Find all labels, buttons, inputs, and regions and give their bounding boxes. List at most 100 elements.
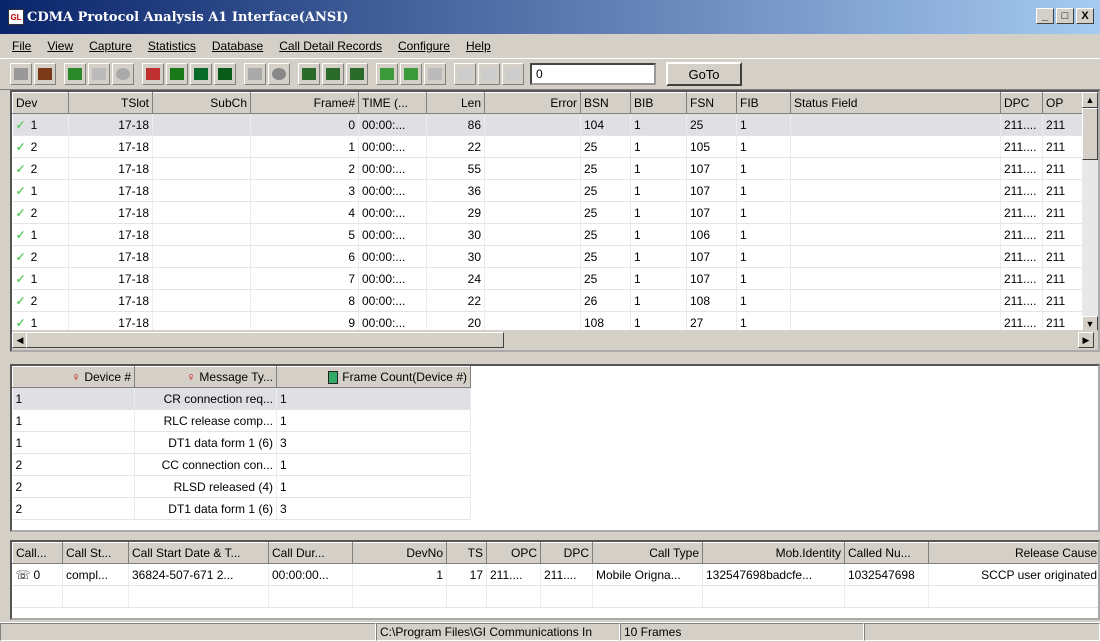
col-dpc[interactable]: DPC (1000, 92, 1043, 114)
capture-start-icon[interactable] (64, 63, 86, 85)
menu-help[interactable]: Help (466, 39, 491, 53)
statistics-icon[interactable] (166, 63, 188, 85)
col-opc[interactable]: OP (1042, 92, 1083, 114)
save-file-icon[interactable] (34, 63, 56, 85)
grid-view-icon[interactable] (244, 63, 266, 85)
filter-set-icon[interactable] (376, 63, 398, 85)
decode-icon[interactable] (454, 63, 476, 85)
col-cdr-opc[interactable]: OPC (486, 542, 541, 564)
frame-dev: 2 (30, 161, 38, 176)
col-release-cause[interactable]: Release Cause (928, 542, 1098, 564)
stats-row[interactable]: 2 CC connection con... 1 (12, 453, 471, 476)
decode-detail-icon[interactable] (478, 63, 500, 85)
col-dev[interactable]: Dev (12, 92, 69, 114)
stats-row[interactable]: 2 RLSD released (4) 1 (12, 475, 471, 498)
col-tslot[interactable]: TSlot (68, 92, 153, 114)
frames-vertical-scrollbar[interactable]: ▲ ▼ (1082, 92, 1098, 332)
frame-cell (484, 113, 581, 136)
scroll-right-icon[interactable]: ▶ (1078, 332, 1094, 348)
col-len[interactable]: Len (426, 92, 485, 114)
stats-cell: 1 (276, 453, 471, 476)
frame-row[interactable]: ✓ 2 17-18 2 00:00:... 55 25 1 107 1 211.... 211 (12, 157, 1083, 180)
col-call-duration[interactable]: Call Dur... (268, 542, 353, 564)
menu-file[interactable]: File (12, 39, 31, 53)
menu-configure[interactable]: Configure (398, 39, 450, 53)
open-file-icon[interactable] (10, 63, 32, 85)
col-call-start[interactable]: Call Start Date & T... (128, 542, 269, 564)
col-bib[interactable]: BIB (630, 92, 687, 114)
col-call-id[interactable]: Call... (12, 542, 63, 564)
frame-cell: 211.... (1000, 201, 1043, 224)
cdr-cell: 17 (446, 563, 487, 586)
connect-icon[interactable] (142, 63, 164, 85)
col-called-number[interactable]: Called Nu... (844, 542, 929, 564)
summary-icon[interactable] (190, 63, 212, 85)
col-bsn[interactable]: BSN (580, 92, 631, 114)
cdr-row[interactable]: ☏ 0 compl... 36824-507-671 2... 00:00:00... 1… (12, 563, 1098, 586)
frame-row[interactable]: ✓ 2 17-18 4 00:00:... 29 25 1 107 1 211.... 211 (12, 201, 1083, 224)
col-time[interactable]: TIME (... (358, 92, 427, 114)
frame-row[interactable]: ✓ 2 17-18 8 00:00:... 22 26 1 108 1 211.... 211 (12, 289, 1083, 312)
frame-row[interactable]: ✓ 2 17-18 1 00:00:... 22 25 1 105 1 211.... 211 (12, 135, 1083, 158)
search-icon[interactable] (298, 63, 320, 85)
frame-cell: 00:00:... (358, 113, 427, 136)
menu-view[interactable]: View (47, 39, 73, 53)
col-subch[interactable]: SubCh (152, 92, 251, 114)
horizontal-scroll-thumb[interactable] (26, 332, 504, 348)
database-icon[interactable] (214, 63, 236, 85)
record-icon[interactable] (268, 63, 290, 85)
maximize-button[interactable]: □ (1056, 8, 1074, 24)
search-prev-icon[interactable] (346, 63, 368, 85)
filter-icon[interactable] (400, 63, 422, 85)
calculator-icon (328, 371, 339, 385)
scroll-thumb[interactable] (1082, 108, 1098, 160)
col-device-number[interactable]: ♀ Device # (12, 366, 135, 388)
frames-horizontal-scrollbar[interactable]: ◀ ▶ (12, 330, 1098, 350)
frame-cell: 25 (580, 223, 631, 246)
goto-frame-input[interactable] (530, 63, 656, 85)
close-button[interactable]: X (1076, 8, 1094, 24)
col-frame[interactable]: Frame# (250, 92, 359, 114)
menu-database[interactable]: Database (212, 39, 263, 53)
col-fsn[interactable]: FSN (686, 92, 737, 114)
frame-row[interactable]: ✓ 1 17-18 7 00:00:... 24 25 1 107 1 211.... 211 (12, 267, 1083, 290)
capture-stop-icon[interactable] (88, 63, 110, 85)
goto-button[interactable]: GoTo (666, 62, 742, 86)
cdr-cell (592, 585, 703, 608)
frame-row[interactable]: ✓ 1 17-18 0 00:00:... 86 104 1 25 1 211.... 211 (12, 113, 1083, 136)
frame-cell (484, 289, 581, 312)
col-devno[interactable]: DevNo (352, 542, 447, 564)
frame-cell: 107 (686, 201, 737, 224)
col-mob-identity[interactable]: Mob.Identity (702, 542, 845, 564)
col-ts[interactable]: TS (446, 542, 487, 564)
col-call-status[interactable]: Call St... (62, 542, 129, 564)
stats-row[interactable]: 1 DT1 data form 1 (6) 3 (12, 431, 471, 454)
frame-dev: 1 (30, 183, 38, 198)
col-error[interactable]: Error (484, 92, 581, 114)
frame-cell (484, 267, 581, 290)
search-next-icon[interactable] (322, 63, 344, 85)
col-cdr-dpc[interactable]: DPC (540, 542, 593, 564)
menu-statistics[interactable]: Statistics (148, 39, 196, 53)
frame-row[interactable]: ✓ 2 17-18 6 00:00:... 30 25 1 107 1 211.... 211 (12, 245, 1083, 268)
menu-call-detail-records[interactable]: Call Detail Records (279, 39, 382, 53)
col-call-type[interactable]: Call Type (592, 542, 703, 564)
stats-row[interactable]: 1 CR connection req... 1 (12, 387, 471, 410)
col-message-type[interactable]: ♀ Message Ty... (134, 366, 277, 388)
stats-row[interactable]: 2 DT1 data form 1 (6) 3 (12, 497, 471, 520)
col-frame-count[interactable]: Frame Count(Device #) (276, 366, 471, 388)
pdu-icon[interactable] (502, 63, 524, 85)
stats-row[interactable]: 1 RLC release comp... 1 (12, 409, 471, 432)
stop-circle-icon[interactable] (112, 63, 134, 85)
filter-clear-icon[interactable] (424, 63, 446, 85)
menu-capture[interactable]: Capture (89, 39, 132, 53)
frame-row[interactable]: ✓ 1 17-18 5 00:00:... 30 25 1 106 1 211.... 211 (12, 223, 1083, 246)
frame-cell: 17-18 (68, 267, 153, 290)
minimize-button[interactable]: _ (1036, 8, 1054, 24)
stats-cell: RLC release comp... (134, 409, 277, 432)
frame-cell: 1 (736, 135, 791, 158)
col-fib[interactable]: FIB (736, 92, 791, 114)
scroll-up-icon[interactable]: ▲ (1082, 92, 1098, 108)
col-status-field[interactable]: Status Field (790, 92, 1001, 114)
frame-row[interactable]: ✓ 1 17-18 3 00:00:... 36 25 1 107 1 211.... 211 (12, 179, 1083, 202)
